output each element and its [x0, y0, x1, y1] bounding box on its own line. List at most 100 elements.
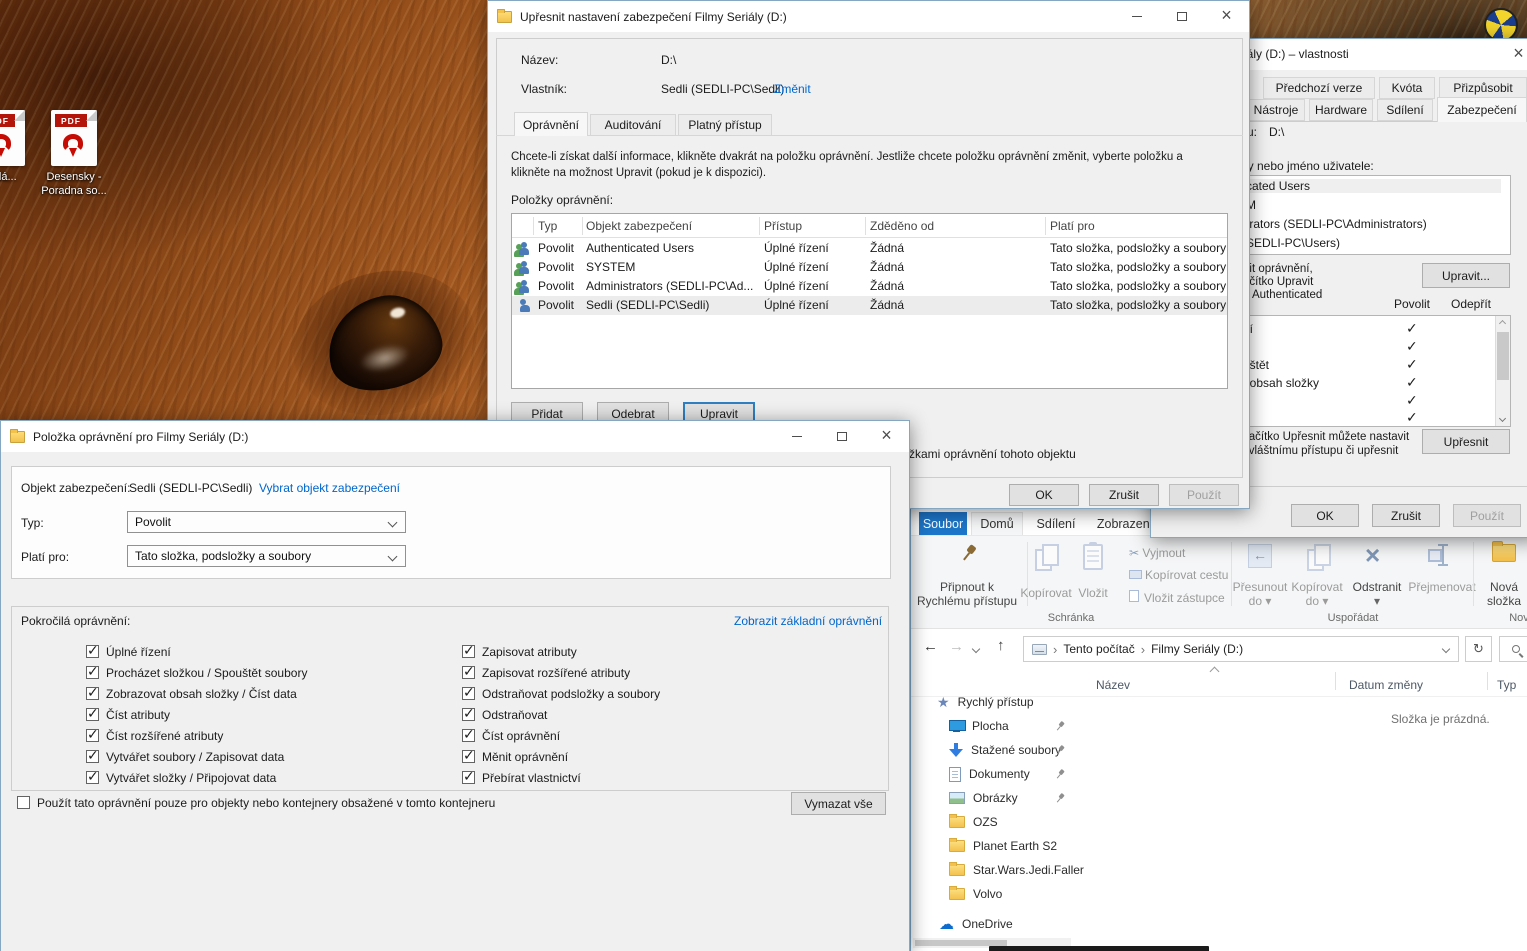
groups-list[interactable]: cated Users M trators (SEDLI-PC\Administ… [1239, 175, 1511, 255]
select-principal-link[interactable]: Vybrat objekt zabezpečení [259, 481, 400, 495]
edit-permissions-button[interactable]: Upravit... [1422, 263, 1510, 288]
tab-effective-access[interactable]: Platný přístup [678, 114, 772, 136]
column-header-access[interactable]: Přístup [764, 219, 802, 233]
checkbox-checked-icon[interactable] [86, 750, 99, 763]
copy-to-button[interactable]: Kopírovat [1283, 580, 1351, 594]
checkbox-checked-icon[interactable] [86, 771, 99, 784]
up-button[interactable]: ↑ [997, 637, 1005, 654]
ok-button[interactable]: OK [1291, 504, 1359, 527]
tab-home[interactable]: Domů [971, 512, 1023, 535]
column-header-type[interactable]: Typ [1497, 678, 1516, 692]
tab-auditing[interactable]: Auditování [590, 114, 676, 136]
table-row[interactable]: PovolitAdministrators (SEDLI-PC\Ad... Úp… [512, 277, 1227, 296]
permission-checkbox-row[interactable]: Číst atributy [86, 704, 170, 725]
pin-icon[interactable] [1053, 767, 1067, 781]
scroll-up-icon[interactable] [1499, 320, 1506, 327]
checkbox-checked-icon[interactable] [462, 666, 475, 679]
forward-button[interactable]: → [949, 638, 964, 655]
apply-button[interactable]: Použít [1169, 484, 1239, 506]
applies-dropdown[interactable]: Tato složka, podsložky a soubory [127, 545, 406, 567]
search-box[interactable] [1499, 636, 1527, 662]
pin-to-quick-access-button[interactable]: Připnout k [911, 580, 1023, 594]
address-bar[interactable]: › Tento počítač › Filmy Seriály (D:) [1023, 636, 1459, 662]
permission-checkbox-row[interactable]: Procházet složkou / Spouštět soubory [86, 662, 307, 683]
tab-permissions[interactable]: Oprávnění [514, 112, 588, 136]
table-row[interactable]: PovolitSYSTEM Úplné řízeníŽádná Tato slo… [512, 258, 1227, 277]
desktop-icon-partial[interactable]: PDF kalá... [0, 110, 38, 184]
copy-path-button[interactable]: Kopírovat cestu [1129, 568, 1228, 582]
delete-dropdown[interactable]: ▾ [1343, 594, 1411, 608]
tab-share[interactable]: Sdílení [1027, 512, 1085, 535]
breadcrumb-drive[interactable]: Filmy Seriály (D:) [1151, 642, 1243, 656]
scrollbar[interactable] [1495, 316, 1510, 426]
table-row[interactable]: PovolitAuthenticated Users Úplné řízeníŽ… [512, 239, 1227, 258]
paste-button[interactable]: Vložit [1071, 586, 1115, 600]
permission-checkbox-row[interactable]: Odstraňovat podsložky a soubory [462, 683, 660, 704]
pin-icon[interactable] [1053, 719, 1067, 733]
sidebar-item-folder[interactable]: Planet Earth S2 [911, 834, 1079, 858]
checkbox-checked-icon[interactable] [462, 771, 475, 784]
column-header-applies[interactable]: Platí pro [1050, 219, 1095, 233]
permission-checkbox-row[interactable]: Odstraňovat [462, 704, 547, 725]
checkbox-checked-icon[interactable] [462, 729, 475, 742]
cancel-button[interactable]: Zrušit [1372, 504, 1440, 527]
checkbox-checked-icon[interactable] [462, 687, 475, 700]
paste-shortcut-button[interactable]: Vložit zástupce [1129, 590, 1225, 605]
tab-file[interactable]: Soubor [919, 512, 967, 535]
checkbox-checked-icon[interactable] [86, 645, 99, 658]
sidebar-item-documents[interactable]: Dokumenty [911, 762, 1079, 786]
tab-security[interactable]: Zabezpečení [1437, 97, 1527, 122]
show-basic-permissions-link[interactable]: Zobrazit základní oprávnění [734, 614, 882, 628]
permission-checkbox-row[interactable]: Úplné řízení [86, 641, 171, 662]
column-header-date[interactable]: Datum změny [1349, 678, 1423, 692]
permission-checkbox-row[interactable]: Zapisovat atributy [462, 641, 577, 662]
sidebar-item-folder[interactable]: Star.Wars.Jedi.Faller [911, 858, 1079, 882]
back-button[interactable]: ← [923, 638, 938, 655]
list-item[interactable]: cated Users [1246, 179, 1501, 193]
close-button[interactable] [1204, 1, 1249, 31]
tab-sharing[interactable]: Sdílení [1377, 99, 1433, 121]
sidebar-item-folder[interactable]: OZS [911, 810, 1079, 834]
maximize-button[interactable] [819, 421, 864, 451]
permission-checkbox-row[interactable]: Měnit oprávnění [462, 746, 568, 767]
rename-button[interactable]: Přejmenovat [1401, 580, 1483, 594]
checkbox-checked-icon[interactable] [462, 645, 475, 658]
permission-checkbox-row[interactable]: Číst oprávnění [462, 725, 560, 746]
maximize-button[interactable] [1159, 1, 1204, 31]
advanced-button[interactable]: Upřesnit [1422, 429, 1510, 454]
scroll-down-icon[interactable] [1499, 415, 1506, 422]
permission-checkbox-row[interactable]: Číst rozšířené atributy [86, 725, 223, 746]
new-folder-button[interactable]: Nová [1474, 580, 1527, 594]
column-header-name[interactable]: Název [1096, 678, 1130, 692]
sidebar-item-folder[interactable]: Volvo [911, 882, 1079, 906]
tab-previous-versions[interactable]: Předchozí verze [1263, 77, 1375, 99]
recent-locations-chevron-icon[interactable] [972, 645, 980, 653]
ball-desktop-icon[interactable] [1484, 8, 1518, 42]
checkbox-checked-icon[interactable] [86, 666, 99, 679]
tab-hardware[interactable]: Hardware [1309, 99, 1373, 121]
checkbox-checked-icon[interactable] [86, 708, 99, 721]
permission-checkbox-row[interactable]: Vytvářet složky / Připojovat data [86, 767, 276, 788]
permissions-list[interactable]: ní uštět t obsah složky ✓ ✓ ✓ ✓ ✓ ✓ [1237, 315, 1511, 427]
checkbox-checked-icon[interactable] [86, 687, 99, 700]
tab-customize[interactable]: Přizpůsobit [1439, 77, 1527, 99]
list-item[interactable]: trators (SEDLI-PC\Administrators) [1246, 217, 1427, 231]
ok-button[interactable]: OK [1009, 484, 1079, 506]
close-button[interactable] [1496, 39, 1527, 69]
tab-quota[interactable]: Kvóta [1379, 77, 1435, 99]
copy-button[interactable]: Kopírovat [1015, 586, 1077, 600]
clear-all-button[interactable]: Vymazat vše [791, 792, 886, 815]
type-dropdown[interactable]: Povolit [127, 511, 406, 533]
minimize-button[interactable] [1114, 1, 1159, 31]
permission-checkbox-row[interactable]: Zobrazovat obsah složky / Číst data [86, 683, 297, 704]
checkbox-unchecked-icon[interactable] [17, 796, 30, 809]
apply-button[interactable]: Použít [1453, 504, 1521, 527]
scrollbar-thumb[interactable] [1497, 332, 1509, 380]
breadcrumb-this-pc[interactable]: Tento počítač [1063, 642, 1134, 656]
checkbox-checked-icon[interactable] [86, 729, 99, 742]
table-row-selected[interactable]: PovolitSedli (SEDLI-PC\Sedli) Úplné říze… [512, 296, 1227, 315]
permission-checkbox-row[interactable]: Vytvářet soubory / Zapisovat data [86, 746, 284, 767]
cancel-button[interactable]: Zrušit [1089, 484, 1159, 506]
sidebar-item-desktop[interactable]: Plocha [911, 714, 1079, 738]
sidebar-item-quick-access[interactable]: ★ Rychlý přístup [911, 690, 1079, 714]
